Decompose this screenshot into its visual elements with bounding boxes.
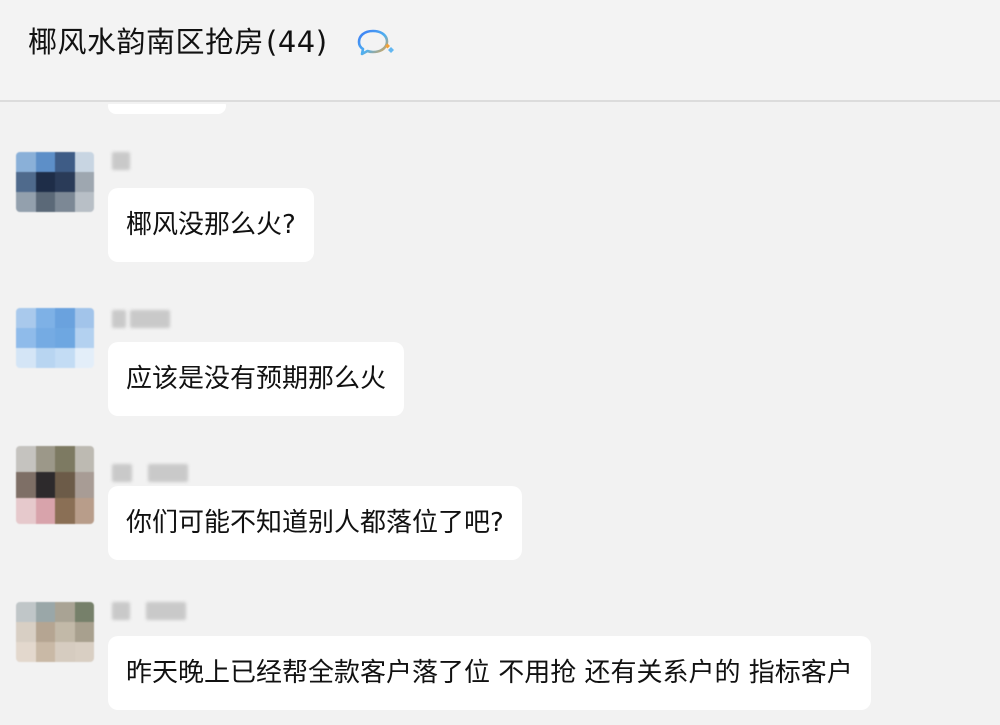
avatar[interactable] xyxy=(16,602,94,662)
message-bubble[interactable]: 椰风没那么火? xyxy=(108,188,314,262)
chat-window: 椰风水韵南区抢房(44) 椰风没那么火? 应该是没有预期那么火 你们可能不知道别… xyxy=(0,0,1000,725)
message-bubble[interactable]: 你们可能不知道别人都落位了吧? xyxy=(108,486,522,560)
sender-name xyxy=(112,602,186,620)
avatar[interactable] xyxy=(16,308,94,368)
message-bubble[interactable]: 应该是没有预期那么火 xyxy=(108,342,405,416)
group-name: 椰风水韵南区抢房 xyxy=(28,25,265,59)
sender-name xyxy=(112,310,170,328)
chat-header: 椰风水韵南区抢房(44) xyxy=(0,0,1000,102)
chat-title[interactable]: 椰风水韵南区抢房(44) xyxy=(28,22,328,62)
member-count: (44) xyxy=(266,25,328,59)
avatar[interactable] xyxy=(16,152,94,212)
sender-name xyxy=(112,464,188,482)
chat-bubble-icon[interactable] xyxy=(356,26,396,58)
message-list[interactable]: 椰风没那么火? 应该是没有预期那么火 你们可能不知道别人都落位了吧? 昨天晚上已… xyxy=(0,104,1000,725)
avatar[interactable] xyxy=(16,446,94,524)
sender-name xyxy=(112,152,130,170)
message-bubble[interactable]: 昨天晚上已经帮全款客户落了位 不用抢 还有关系户的 指标客户 xyxy=(108,636,871,710)
previous-message-bubble xyxy=(108,104,226,114)
